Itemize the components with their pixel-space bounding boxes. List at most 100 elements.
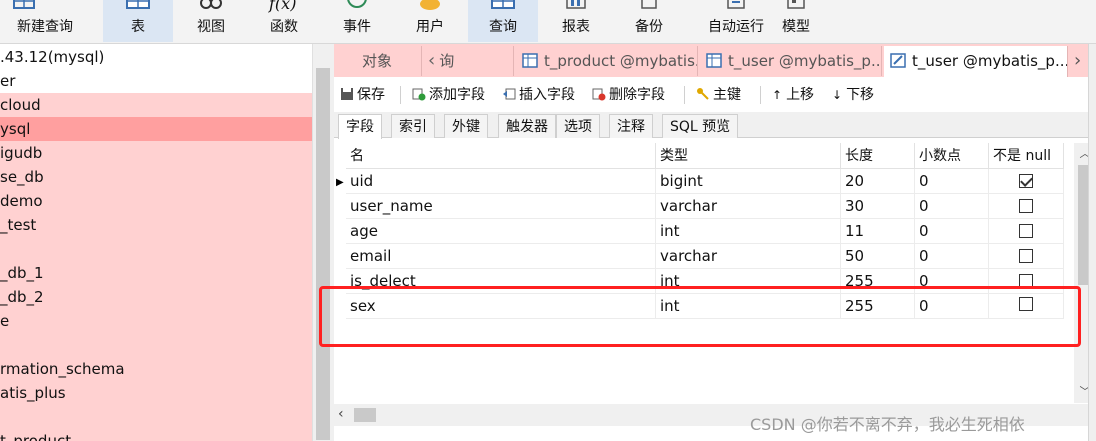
column-header-name[interactable]: 名 (346, 143, 656, 169)
field-not-null-cell[interactable] (989, 169, 1064, 194)
delete-field-button[interactable]: 删除字段 (592, 84, 665, 106)
arrow-down-icon: ↓ (832, 88, 843, 102)
tab-t-user-2[interactable]: t_user @mybatis_p... (884, 46, 1068, 77)
editor-tabs: 对象 ‹ 询 t_product @mybatis... t_user @myba… (334, 44, 1096, 77)
field-length-cell[interactable]: 50 (841, 244, 915, 269)
new-query-button[interactable]: 新建查询 (0, 0, 90, 42)
table-button[interactable]: 表 (103, 0, 173, 42)
query-button[interactable]: 查询 (468, 0, 538, 42)
subtab-fields[interactable]: 字段 (338, 114, 382, 139)
not-null-checkbox[interactable] (1019, 224, 1033, 238)
subtab-options[interactable]: 选项 (556, 114, 600, 138)
column-header-length[interactable]: 长度 (841, 143, 915, 169)
chevron-left-icon: ‹ (428, 50, 436, 71)
tree-item[interactable]: se_db (0, 165, 312, 189)
tree-item[interactable]: atis_plus (0, 381, 312, 405)
new-query-label: 新建查询 (17, 19, 73, 35)
tree-item[interactable]: er (0, 69, 312, 93)
subtab-comments[interactable]: 注释 (609, 114, 653, 138)
scroll-left-icon[interactable]: ‹ (338, 406, 350, 422)
field-type-cell[interactable]: varchar (656, 194, 841, 219)
toolbar-divider (684, 86, 685, 104)
function-label: 函数 (270, 19, 298, 35)
tree-scroll-thumb[interactable] (316, 68, 330, 440)
user-button[interactable]: 用户 (395, 0, 465, 42)
subtab-sql-preview[interactable]: SQL 预览 (662, 114, 739, 138)
grid-hscroll-thumb[interactable] (354, 408, 376, 422)
function-button[interactable]: f(x) 函数 (249, 0, 319, 42)
field-decimals-cell[interactable]: 0 (915, 244, 989, 269)
tab-query-partial[interactable]: ‹ 询 (424, 46, 514, 76)
field-length-cell[interactable]: 30 (841, 194, 915, 219)
backup-icon (641, 0, 657, 9)
tab-overflow-button[interactable]: › (1070, 46, 1090, 76)
insert-field-label: 插入字段 (519, 87, 575, 103)
tab-objects[interactable]: 对象 (334, 46, 422, 76)
save-label: 保存 (357, 87, 385, 103)
field-type-cell[interactable]: varchar (656, 244, 841, 269)
table-design-icon (890, 53, 906, 68)
move-down-button[interactable]: ↓ 下移 (832, 84, 874, 106)
tree-item[interactable] (0, 333, 312, 357)
tree-item-selected[interactable]: ysql (0, 117, 312, 141)
tree-item[interactable]: igudb (0, 141, 312, 165)
toolbar-divider (400, 86, 401, 104)
tree-item[interactable]: cloud (0, 93, 312, 117)
field-not-null-cell[interactable] (989, 219, 1064, 244)
subtab-foreign-keys[interactable]: 外键 (444, 114, 488, 138)
tree-item[interactable]: rmation_schema (0, 357, 312, 381)
field-decimals-cell[interactable]: 0 (915, 169, 989, 194)
event-label: 事件 (343, 19, 371, 35)
right-panel-edge (1088, 44, 1096, 441)
field-name-cell[interactable]: user_name (346, 194, 656, 219)
tree-item[interactable]: _db_2 (0, 285, 312, 309)
subtab-triggers[interactable]: 触发器 (498, 114, 556, 138)
save-button[interactable]: 保存 (340, 84, 385, 106)
report-button[interactable]: 报表 (541, 0, 611, 42)
tree-item[interactable] (0, 405, 312, 429)
tree-item[interactable] (0, 237, 312, 261)
field-length-cell[interactable]: 11 (841, 219, 915, 244)
add-field-label: 添加字段 (429, 87, 485, 103)
subtab-indexes[interactable]: 索引 (391, 114, 435, 138)
field-name-cell[interactable]: age (346, 219, 656, 244)
field-type-cell[interactable]: bigint (656, 169, 841, 194)
field-decimals-cell[interactable]: 0 (915, 219, 989, 244)
event-button[interactable]: 事件 (322, 0, 392, 42)
model-icon (787, 0, 805, 9)
tree-item[interactable]: e (0, 309, 312, 333)
tree-item[interactable]: _test (0, 213, 312, 237)
tab-t-user-2-label: t_user @mybatis_p... (912, 52, 1068, 70)
field-length-cell[interactable]: 20 (841, 169, 915, 194)
tree-item[interactable]: demo (0, 189, 312, 213)
not-null-checkbox[interactable] (1019, 249, 1033, 263)
move-up-button[interactable]: ↑ 上移 (772, 84, 814, 106)
move-down-label: 下移 (846, 87, 875, 103)
tree-item[interactable]: t_product (0, 429, 312, 441)
field-decimals-cell[interactable]: 0 (915, 194, 989, 219)
field-not-null-cell[interactable] (989, 244, 1064, 269)
tab-t-user-1[interactable]: t_user @mybatis_p... (700, 46, 882, 76)
column-header-decimals[interactable]: 小数点 (915, 143, 989, 169)
tree-item[interactable]: _db_1 (0, 261, 312, 285)
field-type-cell[interactable]: int (656, 219, 841, 244)
column-header-type[interactable]: 类型 (656, 143, 841, 169)
tab-t-product[interactable]: t_product @mybatis... (516, 46, 698, 76)
view-button[interactable]: 视图 (176, 0, 246, 42)
model-button[interactable]: 模型 (770, 0, 822, 42)
tree-item[interactable]: .43.12(mysql) (0, 45, 312, 69)
backup-button[interactable]: 备份 (614, 0, 684, 42)
tree-scrollbar[interactable] (312, 44, 334, 441)
primary-key-button[interactable]: 主键 (696, 84, 741, 106)
field-name-cell[interactable]: uid (346, 169, 656, 194)
not-null-checkbox[interactable] (1019, 174, 1033, 188)
add-field-button[interactable]: 添加字段 (412, 84, 485, 106)
field-name-cell[interactable]: email (346, 244, 656, 269)
report-label: 报表 (562, 19, 590, 35)
insert-field-button[interactable]: 插入字段 (502, 84, 575, 106)
function-icon: f(x) (269, 0, 297, 13)
save-icon (341, 88, 353, 100)
not-null-checkbox[interactable] (1019, 199, 1033, 213)
field-not-null-cell[interactable] (989, 194, 1064, 219)
column-header-not-null[interactable]: 不是 null (989, 143, 1064, 169)
